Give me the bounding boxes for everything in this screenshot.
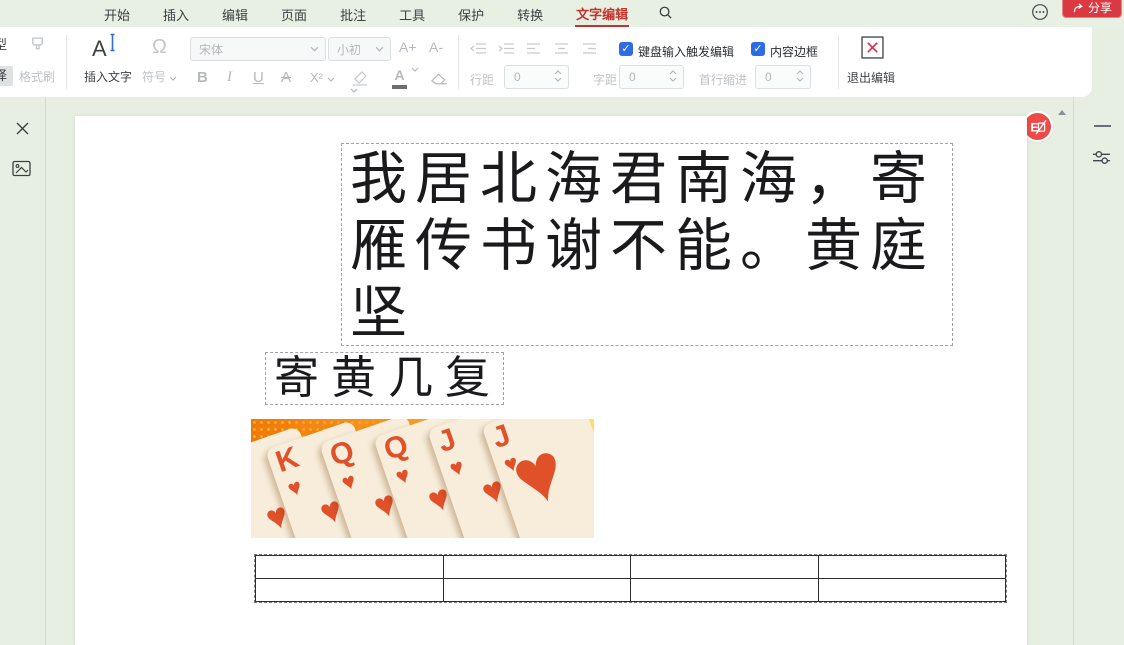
table-cell[interactable] <box>818 556 1006 579</box>
superscript-button[interactable]: X² <box>310 70 335 85</box>
settings-sliders-icon[interactable] <box>1092 148 1111 167</box>
table-cell[interactable] <box>256 556 444 579</box>
close-panel-icon[interactable] <box>15 121 30 136</box>
align-left-icon[interactable] <box>526 42 541 55</box>
menu-tab-insert[interactable]: 插入 <box>162 1 190 26</box>
right-rail-divider <box>1073 97 1074 645</box>
menu-bar: 开始 插入 编辑 页面 批注 工具 保护 转换 文字编辑 分享 <box>0 0 1124 27</box>
menu-tabs: 开始 插入 编辑 页面 批注 工具 保护 转换 文字编辑 <box>103 0 629 27</box>
table-cell[interactable] <box>631 579 819 602</box>
symbol-label: 符号 <box>142 68 177 85</box>
highlight-button[interactable] <box>350 69 370 104</box>
content-border-checkbox[interactable]: ✓ <box>751 42 765 56</box>
menu-tab-page[interactable]: 页面 <box>280 1 308 26</box>
insert-text-a-glyph: A <box>92 36 107 61</box>
table-cell[interactable] <box>256 579 444 602</box>
menu-tab-tools[interactable]: 工具 <box>398 1 426 26</box>
keyboard-trigger-checkbox[interactable]: ✓ <box>619 42 633 56</box>
line-spacing-label: 行距 <box>470 71 494 88</box>
align-right-icon[interactable] <box>582 42 597 55</box>
char-spacing-input[interactable]: 0 <box>619 65 684 89</box>
font-color-bar <box>392 85 407 89</box>
first-line-indent-input[interactable]: 0 <box>755 65 811 89</box>
table-selection-border[interactable] <box>254 554 1007 603</box>
table-cell[interactable] <box>818 579 1006 602</box>
strikethrough-button[interactable]: A <box>281 69 291 86</box>
image-tool-icon[interactable] <box>12 160 31 177</box>
exit-edit-label: 退出编辑 <box>847 69 895 86</box>
menu-tab-edit[interactable]: 编辑 <box>221 1 249 26</box>
share-label: 分享 <box>1088 0 1112 16</box>
font-name-select[interactable]: 宋体 <box>190 37 326 61</box>
eraser-button[interactable] <box>430 71 449 85</box>
keyboard-trigger-label: 键盘输入触发编辑 <box>638 43 734 60</box>
table-cell[interactable] <box>443 556 631 579</box>
italic-button[interactable]: I <box>227 69 232 86</box>
assistant-icon[interactable] <box>1031 3 1049 21</box>
search-icon[interactable] <box>658 5 673 20</box>
symbol-button[interactable]: Ω <box>152 36 167 59</box>
doc-table <box>255 555 1006 602</box>
font-color-button[interactable]: A <box>392 67 419 89</box>
text-cursor-icon <box>109 33 116 52</box>
collapse-panel-icon[interactable] <box>1094 124 1111 128</box>
cards-image[interactable]: K♥♥K♥♥Q♥♥Q♥♥J♥♥J♥♥ <box>251 419 594 538</box>
menu-tab-protect[interactable]: 保护 <box>457 1 485 26</box>
line-spacing-input[interactable]: 0 <box>504 65 569 89</box>
indent-increase-icon[interactable] <box>498 42 515 55</box>
format-painter-button[interactable] <box>27 35 48 56</box>
highlight-pen-icon <box>350 69 370 86</box>
insert-text-label: 插入文字 <box>84 68 132 85</box>
exit-edit-icon <box>861 36 884 59</box>
scroll-up-arrow[interactable] <box>1058 110 1066 115</box>
left-rail-divider <box>45 97 46 645</box>
menu-tab-text-edit[interactable]: 文字编辑 <box>575 0 629 27</box>
font-color-letter: A <box>394 67 404 83</box>
underline-button[interactable]: U <box>253 69 264 86</box>
insert-text-button[interactable]: A <box>92 33 116 62</box>
content-border-label: 内容边框 <box>770 43 818 60</box>
share-icon <box>1072 2 1085 14</box>
format-painter-label: 格式刷 <box>19 68 55 85</box>
edit-badge-icon: E <box>1028 117 1047 136</box>
clipped-button-bottom[interactable]: 译 <box>0 66 13 86</box>
decrease-font-button[interactable]: A- <box>429 39 443 55</box>
font-size-select[interactable]: 小初 <box>328 37 391 61</box>
first-line-indent-label: 首行缩进 <box>699 71 747 88</box>
poem-textbox[interactable]: 我居北海君南海，寄 雁传书谢不能。黄庭 坚 <box>341 143 953 346</box>
toolbar: 型 译 格式刷 A 插入文字 Ω 符号 宋体 小初 A+ A- B I U A … <box>0 27 1092 97</box>
char-spacing-label: 字距 <box>593 71 617 88</box>
brush-icon <box>27 35 48 56</box>
checkmark-icon: ✓ <box>753 43 762 55</box>
table-cell[interactable] <box>631 556 819 579</box>
bold-button[interactable]: B <box>197 69 208 86</box>
document-page: 我居北海君南海，寄 雁传书谢不能。黄庭 坚 寄黄几复 K♥♥K♥♥Q♥♥Q♥♥J… <box>75 116 1027 645</box>
title-textbox[interactable]: 寄黄几复 <box>265 352 504 405</box>
indent-decrease-icon[interactable] <box>470 42 487 55</box>
menu-tab-home[interactable]: 开始 <box>103 1 131 26</box>
exit-edit-button[interactable] <box>861 36 884 59</box>
align-center-icon[interactable] <box>554 42 569 55</box>
increase-font-button[interactable]: A+ <box>399 39 417 55</box>
share-button[interactable]: 分享 <box>1062 0 1122 18</box>
clipped-button-top[interactable]: 型 <box>0 34 7 53</box>
menu-tab-comment[interactable]: 批注 <box>339 1 367 26</box>
table-cell[interactable] <box>443 579 631 602</box>
checkmark-icon: ✓ <box>621 43 630 55</box>
edit-mode-badge[interactable]: E <box>1024 113 1051 140</box>
menu-tab-convert[interactable]: 转换 <box>516 1 544 26</box>
